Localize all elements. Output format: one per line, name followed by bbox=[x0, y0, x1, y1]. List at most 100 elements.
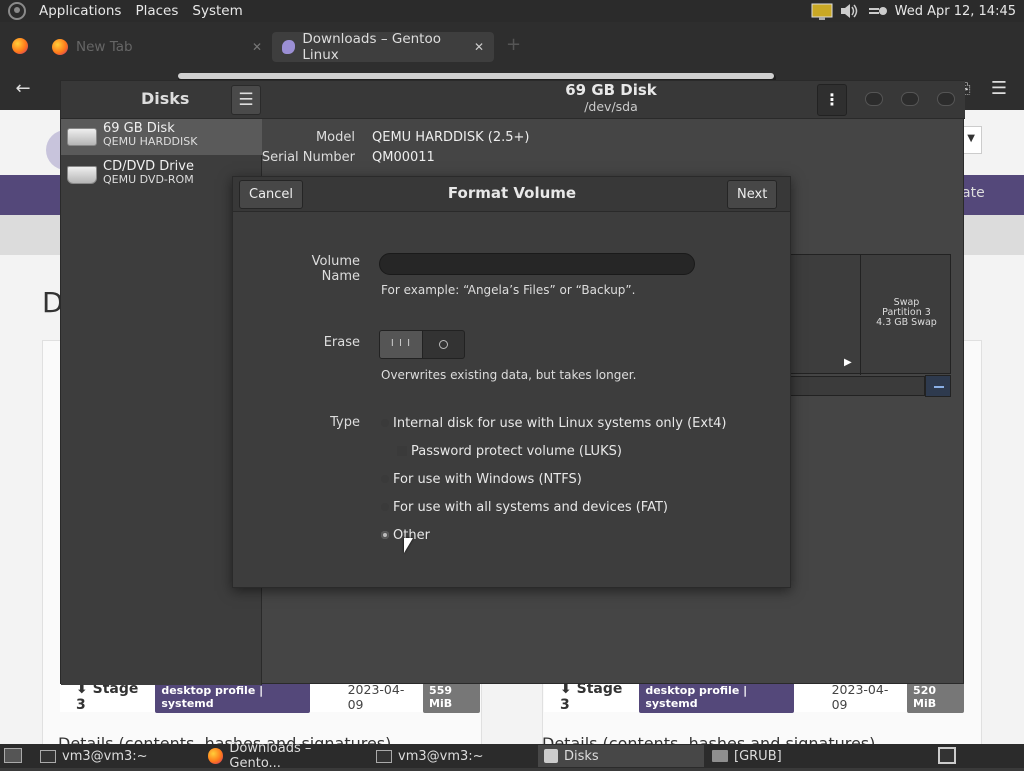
erase-hint: Overwrites existing data, but takes long… bbox=[381, 368, 637, 382]
serial-value: QM00011 bbox=[372, 150, 435, 165]
luks-option[interactable]: Password protect volume (LUKS) bbox=[397, 442, 622, 460]
radio-label: For use with Windows (NTFS) bbox=[393, 471, 582, 487]
menu-applications[interactable]: Applications bbox=[32, 0, 128, 22]
radio-button[interactable] bbox=[381, 419, 389, 427]
serial-label: Serial Number bbox=[261, 150, 355, 165]
radio-button[interactable] bbox=[381, 503, 389, 511]
disk-title-device: /dev/sda bbox=[584, 99, 638, 114]
close-icon[interactable]: ✕ bbox=[474, 40, 484, 54]
model-label: Model bbox=[315, 130, 355, 145]
size-badge: 520 MiB bbox=[907, 681, 964, 713]
tab-label: Downloads – Gentoo Linux bbox=[302, 31, 441, 63]
app-menu-icon[interactable]: ☰ bbox=[986, 76, 1012, 102]
folder-icon bbox=[712, 750, 728, 762]
terminal-icon bbox=[40, 749, 56, 763]
drive-options-button[interactable]: ⋮ bbox=[817, 84, 847, 116]
drive-name: CD/DVD Drive bbox=[103, 159, 194, 174]
task-terminal-2[interactable]: vm3@vm3:~ bbox=[370, 745, 536, 767]
taskbar: vm3@vm3:~ Downloads – Gento... vm3@vm3:~… bbox=[0, 741, 1024, 771]
gentoo-logo-icon[interactable] bbox=[8, 2, 26, 20]
type-label: Type bbox=[330, 415, 360, 430]
size-badge: 559 MiB bbox=[423, 681, 480, 713]
drive-item-hdd[interactable]: 69 GB Disk QEMU HARDDISK bbox=[61, 119, 262, 155]
system-tray: Wed Apr 12, 14:45 bbox=[811, 3, 1024, 20]
task-disks[interactable]: Disks bbox=[538, 745, 704, 767]
monitor-icon[interactable] bbox=[811, 3, 833, 20]
radio-button-checked[interactable] bbox=[381, 531, 389, 539]
profile-badge: desktop profile | systemd bbox=[639, 681, 794, 713]
mouse-pointer-icon bbox=[404, 538, 413, 553]
firefox-icon[interactable] bbox=[12, 38, 28, 54]
erase-label: Erase bbox=[323, 335, 360, 350]
site-nav-partial[interactable]: ate bbox=[962, 185, 985, 201]
harddisk-icon bbox=[67, 128, 97, 146]
task-terminal-1[interactable]: vm3@vm3:~ bbox=[34, 745, 200, 767]
task-label: [GRUB] bbox=[734, 748, 782, 764]
drive-model: QEMU DVD-ROM bbox=[103, 173, 194, 186]
disk-title-name: 69 GB Disk bbox=[565, 81, 657, 99]
minimize-button[interactable] bbox=[865, 92, 883, 106]
format-volume-dialog: Cancel Format Volume Next Volume Name Fo… bbox=[232, 176, 791, 588]
clock[interactable]: Wed Apr 12, 14:45 bbox=[895, 4, 1016, 19]
volume-icon[interactable] bbox=[839, 3, 859, 19]
cancel-button[interactable]: Cancel bbox=[239, 180, 304, 209]
partition-toolbar bbox=[789, 376, 925, 396]
stage-label[interactable]: ⬇ Stage 3 bbox=[560, 681, 629, 713]
type-option-ext4[interactable]: Internal disk for use with Linux systems… bbox=[381, 414, 727, 432]
dialog-headerbar: Cancel Format Volume Next bbox=[233, 177, 790, 212]
profile-badge: desktop profile | systemd bbox=[155, 681, 310, 713]
close-window-button[interactable] bbox=[937, 92, 955, 106]
checkbox-label: Password protect volume (LUKS) bbox=[411, 443, 622, 459]
menu-places[interactable]: Places bbox=[128, 0, 185, 22]
type-option-fat[interactable]: For use with all systems and devices (FA… bbox=[381, 498, 668, 516]
task-grub[interactable]: [GRUB] bbox=[706, 745, 872, 767]
volume-name-hint: For example: “Angela’s Files” or “Backup… bbox=[381, 283, 636, 297]
tab-downloads-gentoo[interactable]: Downloads – Gentoo Linux ✕ bbox=[272, 31, 494, 63]
stage-row: ⬇ Stage 3 desktop profile | systemd 2023… bbox=[60, 681, 480, 713]
drive-name: 69 GB Disk bbox=[103, 121, 175, 136]
type-option-ntfs[interactable]: For use with Windows (NTFS) bbox=[381, 470, 582, 488]
close-icon[interactable]: ✕ bbox=[252, 40, 262, 54]
tab-new-tab[interactable]: New Tab ✕ bbox=[52, 32, 262, 62]
model-value: QEMU HARDDISK (2.5+) bbox=[372, 130, 530, 145]
drive-model: QEMU HARDDISK bbox=[103, 135, 198, 148]
back-arrow-icon[interactable]: ← bbox=[10, 76, 36, 102]
volume-name-label: Volume Name bbox=[311, 254, 360, 284]
stage-row: ⬇ Stage 3 desktop profile | systemd 2023… bbox=[544, 681, 964, 713]
disks-headerbar: Disks ☰ 69 GB Disk /dev/sda ⋮ bbox=[61, 81, 965, 119]
firefox-icon bbox=[52, 39, 68, 55]
volume-name-input[interactable] bbox=[379, 253, 695, 275]
tab-bar: New Tab ✕ Downloads – Gentoo Linux ✕ + bbox=[0, 22, 1024, 68]
radio-label: Internal disk for use with Linux systems… bbox=[393, 415, 727, 431]
menu-system[interactable]: System bbox=[185, 0, 249, 22]
task-label: Disks bbox=[564, 748, 599, 764]
disks-menu-button[interactable]: ☰ bbox=[231, 85, 261, 115]
checkbox[interactable] bbox=[397, 446, 407, 456]
firefox-icon bbox=[208, 748, 224, 764]
gentoo-favicon-icon bbox=[282, 40, 296, 54]
stage-label[interactable]: ⬇ Stage 3 bbox=[76, 681, 145, 713]
date-label: 2023-04-09 bbox=[831, 682, 889, 712]
erase-toggle[interactable]: I I I bbox=[379, 330, 465, 359]
radio-button[interactable] bbox=[381, 475, 389, 483]
radio-label: For use with all systems and devices (FA… bbox=[393, 499, 668, 515]
scroll-strip bbox=[178, 73, 774, 79]
task-firefox[interactable]: Downloads – Gento... bbox=[202, 741, 368, 771]
show-desktop-icon[interactable] bbox=[4, 748, 22, 763]
disks-title: Disks bbox=[141, 89, 190, 108]
play-arrow-icon[interactable]: ▶ bbox=[844, 357, 852, 368]
next-button[interactable]: Next bbox=[727, 180, 778, 209]
maximize-button[interactable] bbox=[901, 92, 919, 106]
task-label: vm3@vm3:~ bbox=[62, 748, 148, 764]
date-label: 2023-04-09 bbox=[347, 682, 405, 712]
partition-size: 4.3 GB Swap bbox=[876, 317, 937, 328]
delete-partition-icon[interactable] bbox=[925, 375, 951, 397]
top-panel: Applications Places System Wed Apr 12, 1… bbox=[0, 0, 1024, 22]
partition-swap[interactable]: Swap Partition 3 4.3 GB Swap bbox=[860, 255, 952, 375]
disks-app-icon bbox=[544, 749, 558, 763]
network-icon[interactable] bbox=[867, 3, 887, 19]
workspace-switcher-icon[interactable] bbox=[938, 747, 956, 764]
partition-map: ▶ Swap Partition 3 4.3 GB Swap bbox=[789, 254, 952, 375]
new-tab-icon[interactable]: + bbox=[506, 34, 521, 55]
task-label: Downloads – Gento... bbox=[229, 741, 312, 771]
